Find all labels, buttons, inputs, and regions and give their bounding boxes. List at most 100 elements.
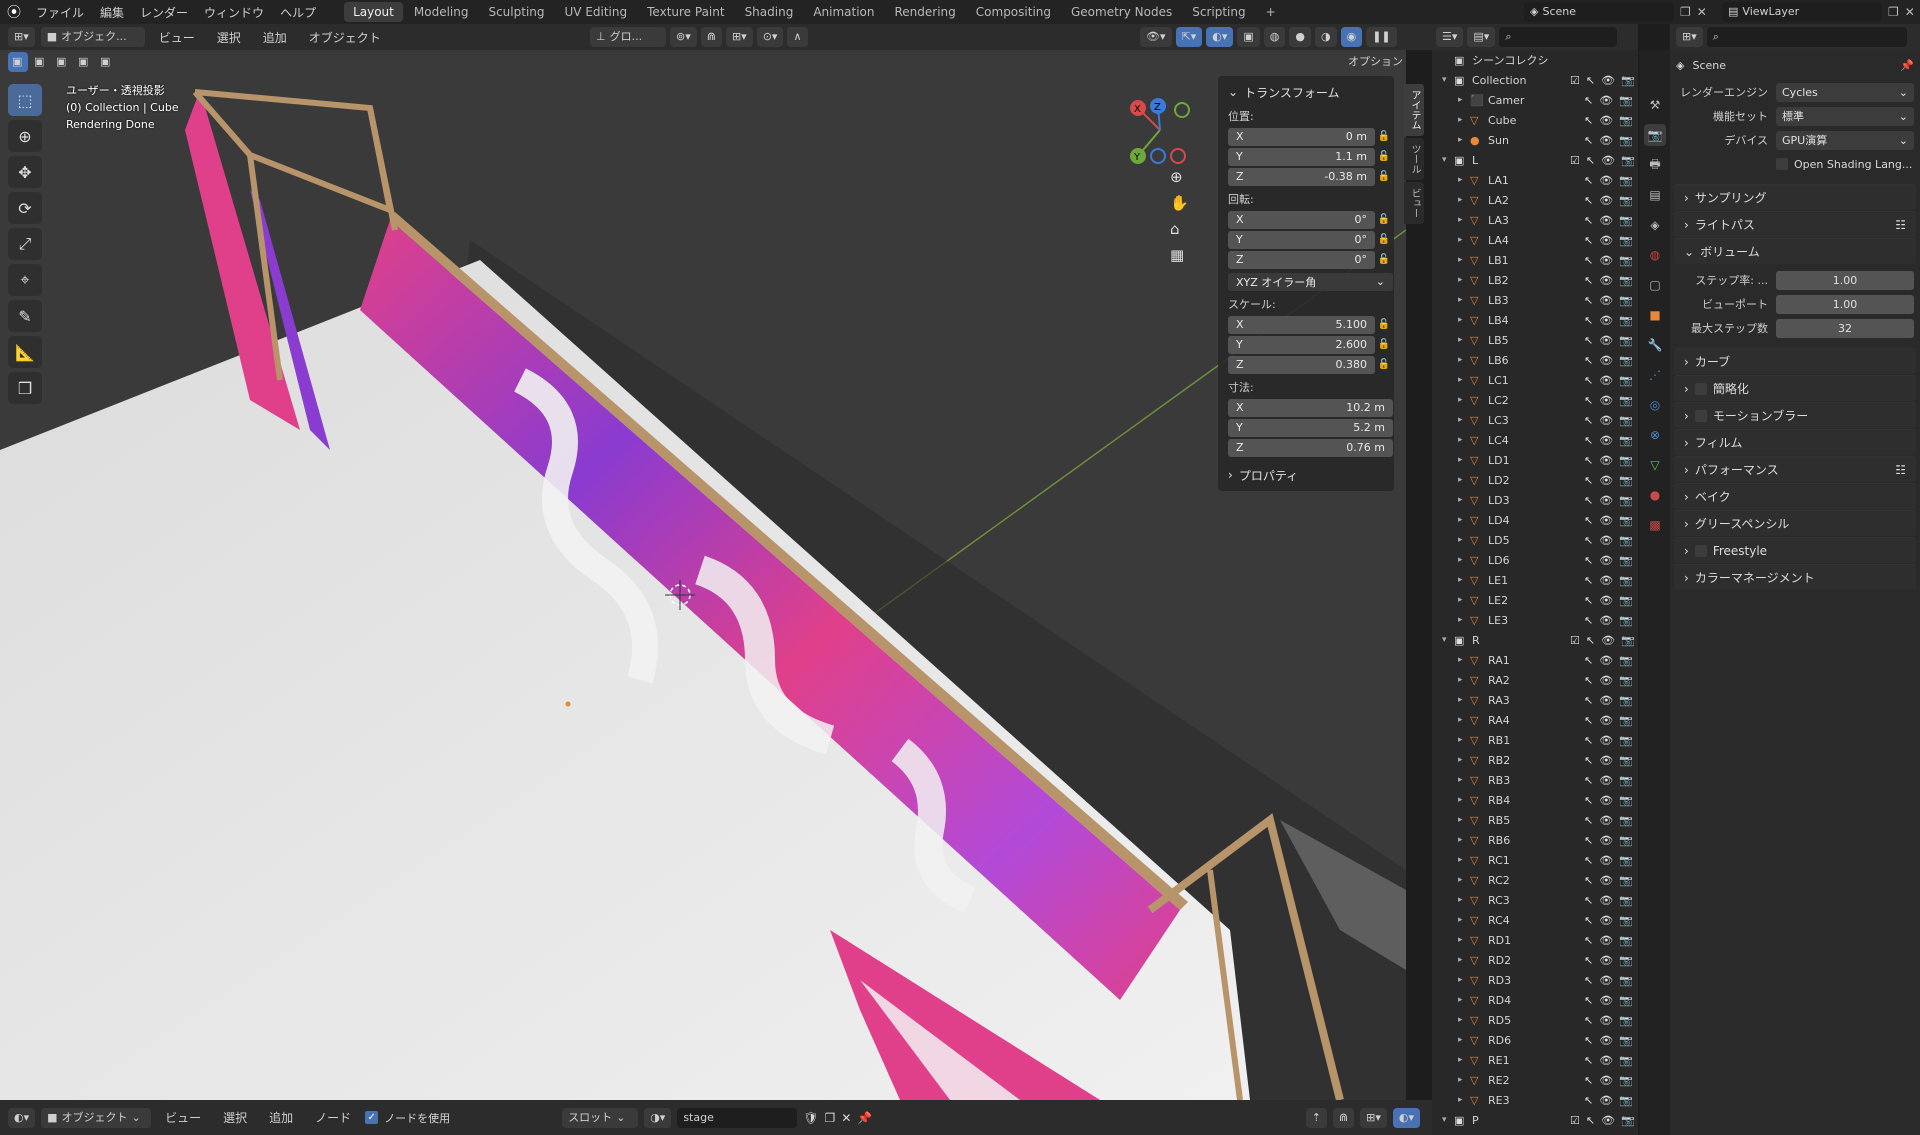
outliner-object-row[interactable]: ▸ ▽ LA1 ↖ 👁 📷 (1432, 170, 1638, 190)
select-new-icon[interactable]: ▣ (8, 52, 28, 72)
camera-render-icon[interactable]: 📷 (1619, 854, 1633, 867)
expand-right-icon[interactable]: ▸ (1458, 1075, 1463, 1085)
camera-render-icon[interactable]: 📷 (1619, 394, 1633, 407)
camera-render-icon[interactable]: 📷 (1619, 814, 1633, 827)
expand-right-icon[interactable]: ▸ (1458, 675, 1463, 685)
select-arrow-icon[interactable]: ↖ (1584, 394, 1593, 407)
transform-orientation-selector[interactable]: ⊥ グロ... (590, 27, 666, 47)
shader-object-selector[interactable]: ■ オブジェクト ⌄ (41, 1107, 152, 1128)
eye-icon[interactable]: 👁 (1599, 354, 1613, 367)
camera-render-icon[interactable]: 📷 (1619, 234, 1633, 247)
eye-icon[interactable]: 👁 (1599, 1034, 1613, 1047)
select-arrow-icon[interactable]: ↖ (1584, 234, 1593, 247)
menu-help[interactable]: ヘルプ (272, 4, 324, 21)
presets-list-icon[interactable]: ☷ (1895, 463, 1906, 477)
tab-tool[interactable]: ツール (1404, 138, 1424, 180)
select-arrow-icon[interactable]: ↖ (1586, 634, 1595, 647)
scene-tab-icon[interactable]: ◈ (1644, 214, 1666, 236)
expand-right-icon[interactable]: ▸ (1458, 515, 1463, 525)
solid-shading-icon[interactable]: ● (1289, 27, 1311, 47)
camera-render-icon[interactable]: 📷 (1619, 874, 1633, 887)
tab-animation[interactable]: Animation (804, 2, 883, 22)
snap-icon[interactable]: ⋒ (700, 27, 722, 47)
camera-render-icon[interactable]: 📷 (1619, 94, 1633, 107)
shader-menu-view[interactable]: ビュー (157, 1109, 209, 1126)
expand-right-icon[interactable]: ▸ (1458, 415, 1463, 425)
menu-file[interactable]: ファイル (28, 4, 92, 21)
outliner-object-row[interactable]: ▸ ▽ LA3 ↖ 👁 📷 (1432, 210, 1638, 230)
expand-right-icon[interactable]: ▸ (1458, 575, 1463, 585)
data-tab-icon[interactable]: ▽ (1644, 454, 1666, 476)
camera-render-icon[interactable]: 📷 (1619, 474, 1633, 487)
select-arrow-icon[interactable]: ↖ (1584, 754, 1593, 767)
eye-icon[interactable]: 👁 (1599, 694, 1613, 707)
tab-uv-editing[interactable]: UV Editing (556, 2, 637, 22)
overlay-toggle-icon[interactable]: ◐▾ (1206, 27, 1234, 47)
expand-right-icon[interactable]: ▸ (1458, 975, 1463, 985)
collection-tab-icon[interactable]: ▢ (1644, 274, 1666, 296)
outliner-object-row[interactable]: ▸ ▽ LC3 ↖ 👁 📷 (1432, 410, 1638, 430)
expand-right-icon[interactable]: ▸ (1458, 1015, 1463, 1025)
camera-render-icon[interactable]: 📷 (1619, 354, 1633, 367)
color-management-section[interactable]: › カラーマネージメント (1674, 564, 1916, 590)
osl-checkbox[interactable] (1776, 158, 1788, 170)
eye-icon[interactable]: 👁 (1599, 1094, 1613, 1107)
3d-viewport[interactable]: ユーザー・透視投影 (0) Collection | Cube Renderin… (0, 50, 1406, 1100)
select-arrow-icon[interactable]: ↖ (1584, 1034, 1593, 1047)
select-arrow-icon[interactable]: ↖ (1584, 354, 1593, 367)
properties-search-field[interactable]: ⌕ (1706, 27, 1907, 47)
location-x-field[interactable]: X 0 m (1228, 127, 1375, 146)
select-arrow-icon[interactable]: ↖ (1584, 374, 1593, 387)
camera-render-icon[interactable]: 📷 (1619, 454, 1633, 467)
camera-render-icon[interactable]: 📷 (1619, 714, 1633, 727)
falloff-icon[interactable]: ∧ (787, 27, 808, 47)
eye-icon[interactable]: 👁 (1599, 794, 1613, 807)
tab-rendering[interactable]: Rendering (886, 2, 965, 22)
expand-right-icon[interactable]: ▸ (1458, 775, 1463, 785)
menu-view[interactable]: ビュー (151, 29, 203, 46)
mode-selector[interactable]: ■ オブジェク... (40, 27, 145, 47)
outliner-object-row[interactable]: ▸ ▽ RE1 ↖ 👁 📷 (1432, 1050, 1638, 1070)
eye-icon[interactable]: 👁 (1599, 914, 1613, 927)
eye-icon[interactable]: 👁 (1599, 934, 1613, 947)
camera-render-icon[interactable]: 📷 (1619, 794, 1633, 807)
select-arrow-icon[interactable]: ↖ (1584, 1014, 1593, 1027)
eye-icon[interactable]: 👁 (1599, 874, 1613, 887)
select-arrow-icon[interactable]: ↖ (1584, 674, 1593, 687)
select-arrow-icon[interactable]: ↖ (1584, 834, 1593, 847)
transform-tool-icon[interactable]: ⌖ (8, 264, 42, 296)
outliner-object-row[interactable]: ▸ ▽ LA2 ↖ 👁 📷 (1432, 190, 1638, 210)
eye-icon[interactable]: 👁 (1599, 854, 1613, 867)
eye-icon[interactable]: 👁 (1599, 334, 1613, 347)
zoom-icon[interactable]: ⊕ (1170, 168, 1189, 186)
tab-scripting[interactable]: Scripting (1183, 2, 1254, 22)
expand-right-icon[interactable]: ▸ (1458, 715, 1463, 725)
camera-render-icon[interactable]: 📷 (1619, 934, 1633, 947)
select-arrow-icon[interactable]: ↖ (1584, 334, 1593, 347)
camera-render-icon[interactable]: 📷 (1619, 294, 1633, 307)
eye-icon[interactable]: 👁 (1599, 594, 1613, 607)
camera-render-icon[interactable]: 📷 (1619, 1074, 1633, 1087)
scale-y-field[interactable]: Y 2.600 (1228, 335, 1375, 354)
expand-right-icon[interactable]: ▸ (1458, 115, 1463, 125)
feature-set-dropdown[interactable]: 標準 ⌄ (1776, 106, 1914, 126)
fake-user-icon[interactable]: 🛡 (803, 1111, 818, 1125)
expand-right-icon[interactable]: ▸ (1458, 255, 1463, 265)
outliner-collection-row[interactable]: ▾ ▣ Collection ☑ ↖ 👁 📷 (1432, 70, 1638, 90)
snap-icon[interactable]: ⋒ (1332, 1107, 1355, 1128)
select-invert-icon[interactable]: ▣ (74, 52, 94, 72)
expand-down-icon[interactable]: ▾ (1442, 155, 1447, 165)
eye-icon[interactable]: 👁 (1599, 414, 1613, 427)
freestyle-section[interactable]: › Freestyle (1674, 537, 1916, 563)
select-arrow-icon[interactable]: ↖ (1584, 254, 1593, 267)
lock-icon[interactable]: 🔓 (1375, 339, 1393, 350)
select-arrow-icon[interactable]: ↖ (1584, 994, 1593, 1007)
lock-icon[interactable]: 🔓 (1375, 171, 1393, 182)
camera-render-icon[interactable]: 📷 (1619, 434, 1633, 447)
proportional-edit-icon[interactable]: ⊙▾ (756, 27, 784, 47)
menu-object[interactable]: オブジェクト (301, 29, 389, 46)
outliner-object-row[interactable]: ▸ ▽ LD1 ↖ 👁 📷 (1432, 450, 1638, 470)
select-arrow-icon[interactable]: ↖ (1584, 434, 1593, 447)
outliner-object-row[interactable]: ▸ ▽ RB6 ↖ 👁 📷 (1432, 830, 1638, 850)
step-rate-field[interactable]: 1.00 (1776, 270, 1914, 290)
